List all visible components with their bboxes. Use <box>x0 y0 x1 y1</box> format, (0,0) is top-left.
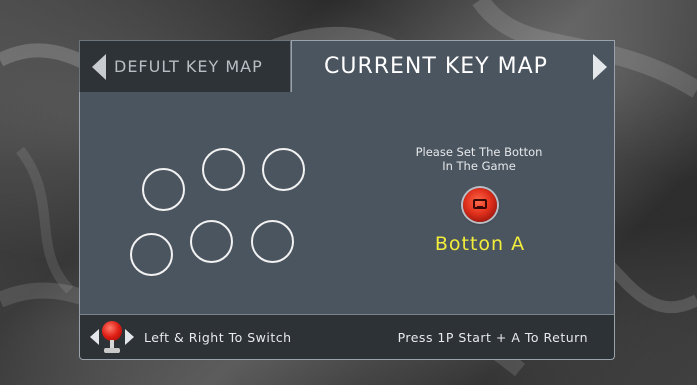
arcade-button-icon <box>463 188 497 222</box>
arrow-left-icon[interactable] <box>92 53 106 80</box>
tab-default-key-map-label: DEFULT KEY MAP <box>114 57 263 76</box>
button-layout-circle-bottom-2[interactable] <box>190 220 233 263</box>
key-map-panel: DEFULT KEY MAP CURRENT KEY MAP Please Se… <box>79 40 615 360</box>
joystick-icon <box>101 319 123 355</box>
footer-bar: Left & Right To Switch Press 1P Start + … <box>79 314 615 360</box>
prompt-line-1: Please Set The Botton <box>415 145 543 159</box>
set-button-prompt: Please Set The Botton In The Game <box>381 145 577 173</box>
tab-current-key-map-label: CURRENT KEY MAP <box>324 54 548 79</box>
switch-hint-text: Left & Right To Switch <box>144 329 292 345</box>
mini-arrow-left-icon <box>90 329 99 345</box>
prompt-line-2: In The Game <box>442 159 516 173</box>
button-layout-circle-top-2[interactable] <box>202 148 245 191</box>
key-map-content <box>79 92 615 314</box>
selected-key-label: Botton A <box>434 233 526 255</box>
switch-hint: Left & Right To Switch <box>90 315 292 359</box>
button-layout-circle-bottom-1[interactable] <box>130 233 173 276</box>
return-hint-text: Press 1P Start + A To Return <box>397 329 588 345</box>
arrow-right-icon[interactable] <box>593 54 607 80</box>
button-layout-circle-top-3[interactable] <box>262 148 305 191</box>
button-layout-circle-bottom-3[interactable] <box>251 220 294 263</box>
button-layout-circle-top-1[interactable] <box>142 168 185 211</box>
tab-default-key-map[interactable]: DEFULT KEY MAP <box>79 40 291 92</box>
mini-arrow-right-icon <box>125 329 134 345</box>
tab-current-key-map[interactable]: CURRENT KEY MAP <box>291 40 615 92</box>
